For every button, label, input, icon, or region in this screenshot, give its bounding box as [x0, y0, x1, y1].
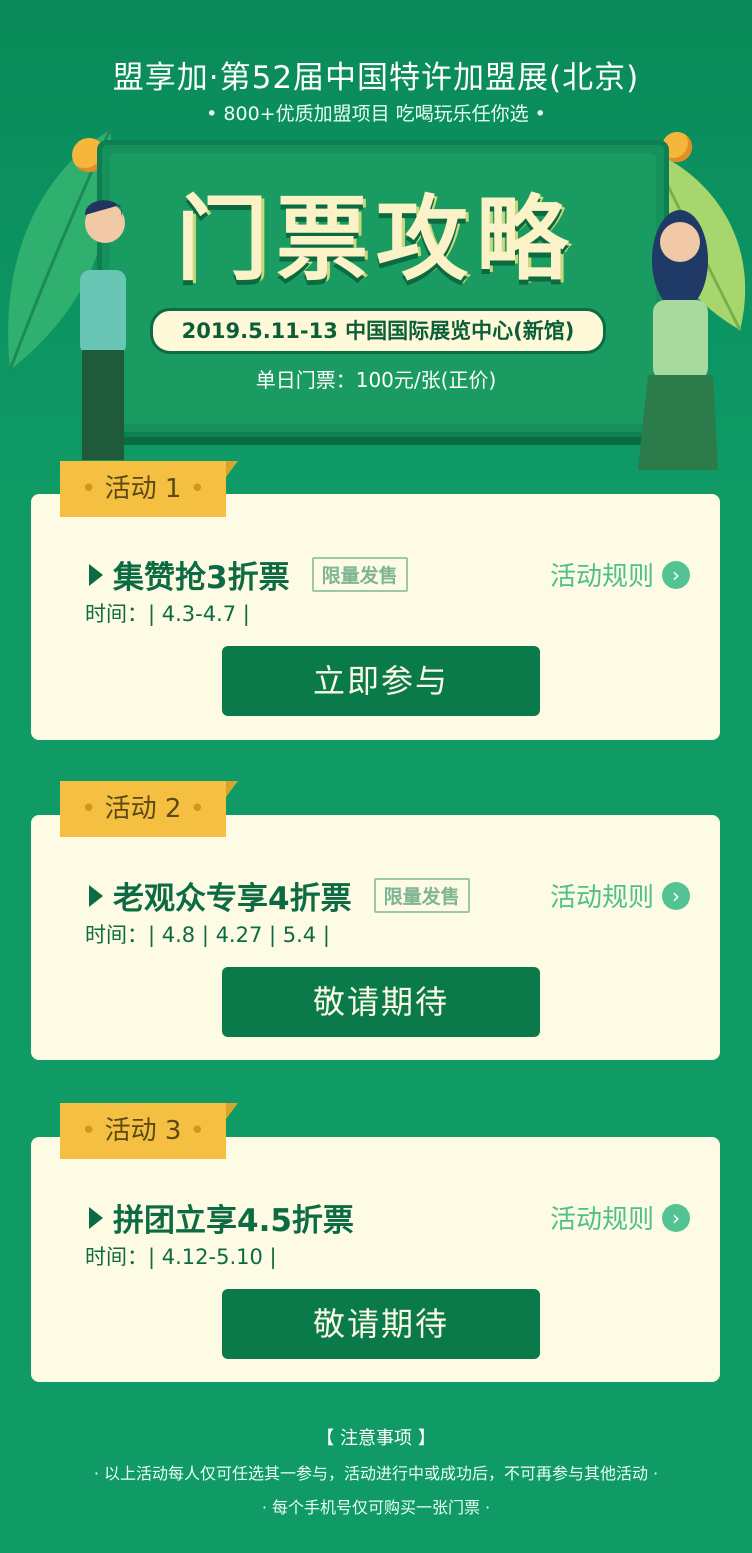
activity-card-2: 老观众专享4折票 限量发售 活动规则 › 时间：| 4.8 | 4.27 | 5… [31, 815, 720, 1060]
play-triangle-icon [89, 884, 103, 907]
person-left-illustration [80, 200, 126, 460]
activity-rules-link[interactable]: 活动规则 › [550, 877, 690, 914]
header-title: 盟享加·第52届中国特许加盟展(北京) [112, 60, 640, 96]
activity-rules-link[interactable]: 活动规则 › [550, 1199, 690, 1236]
activity-tag-label: 活动 3 [104, 1116, 182, 1146]
activity-title-row: 老观众专享4折票 限量发售 [89, 873, 470, 918]
person-right-illustration [638, 210, 718, 470]
activity-tag-label: 活动 1 [104, 474, 182, 504]
notes-title: 【 注意事项 】 [316, 1428, 436, 1449]
limited-sale-badge: 限量发售 [373, 878, 470, 913]
play-triangle-icon [89, 563, 103, 586]
note-line: · 每个手机号仅可购买一张门票 · [261, 1498, 491, 1517]
join-button[interactable]: 立即参与 [222, 646, 540, 716]
activity-tag-1: • 活动 1 • [60, 461, 238, 517]
date-location-pill: 2019.5.11-13 中国国际展览中心(新馆) [150, 308, 606, 354]
activity-rules-label: 活动规则 [549, 1205, 654, 1235]
coming-soon-button[interactable]: 敬请期待 [222, 967, 540, 1037]
activity-tag-label: 活动 2 [104, 794, 182, 824]
activity-time: 时间：| 4.8 | 4.27 | 5.4 | [85, 923, 330, 947]
activity-time: 时间：| 4.3-4.7 | [85, 602, 250, 626]
activity-tag-2: • 活动 2 • [60, 781, 238, 837]
activity-title-row: 集赞抢3折票 限量发售 [89, 552, 408, 597]
activity-rules-label: 活动规则 [549, 883, 654, 913]
note-line: · 以上活动每人仅可任选其一参与，活动进行中或成功后，不可再参与其他活动 · [93, 1464, 659, 1483]
activity-card-3: 拼团立享4.5折票 活动规则 › 时间：| 4.12-5.10 | 敬请期待 [31, 1137, 720, 1382]
chevron-right-icon: › [662, 560, 690, 589]
activity-title-row: 拼团立享4.5折票 [89, 1195, 354, 1240]
play-triangle-icon [89, 1206, 103, 1229]
activity-rules-label: 活动规则 [549, 562, 654, 592]
activity-title: 老观众专享4折票 [113, 881, 352, 917]
activity-card-1: 集赞抢3折票 限量发售 活动规则 › 时间：| 4.3-4.7 | 立即参与 [31, 494, 720, 740]
limited-sale-badge: 限量发售 [311, 557, 408, 592]
activity-title: 拼团立享4.5折票 [113, 1203, 354, 1239]
activity-time: 时间：| 4.12-5.10 | [85, 1245, 277, 1269]
hero-banner: 盟享加·第52届中国特许加盟展(北京) • 800+优质加盟项目 吃喝玩乐任你选… [0, 0, 752, 500]
coming-soon-button[interactable]: 敬请期待 [222, 1289, 540, 1359]
header-subtitle: • 800+优质加盟项目 吃喝玩乐任你选 • [206, 103, 546, 125]
chevron-right-icon: › [662, 1203, 690, 1232]
activity-tag-3: • 活动 3 • [60, 1103, 238, 1159]
activity-rules-link[interactable]: 活动规则 › [550, 556, 690, 593]
chevron-right-icon: › [662, 881, 690, 910]
activity-title: 集赞抢3折票 [113, 560, 290, 596]
